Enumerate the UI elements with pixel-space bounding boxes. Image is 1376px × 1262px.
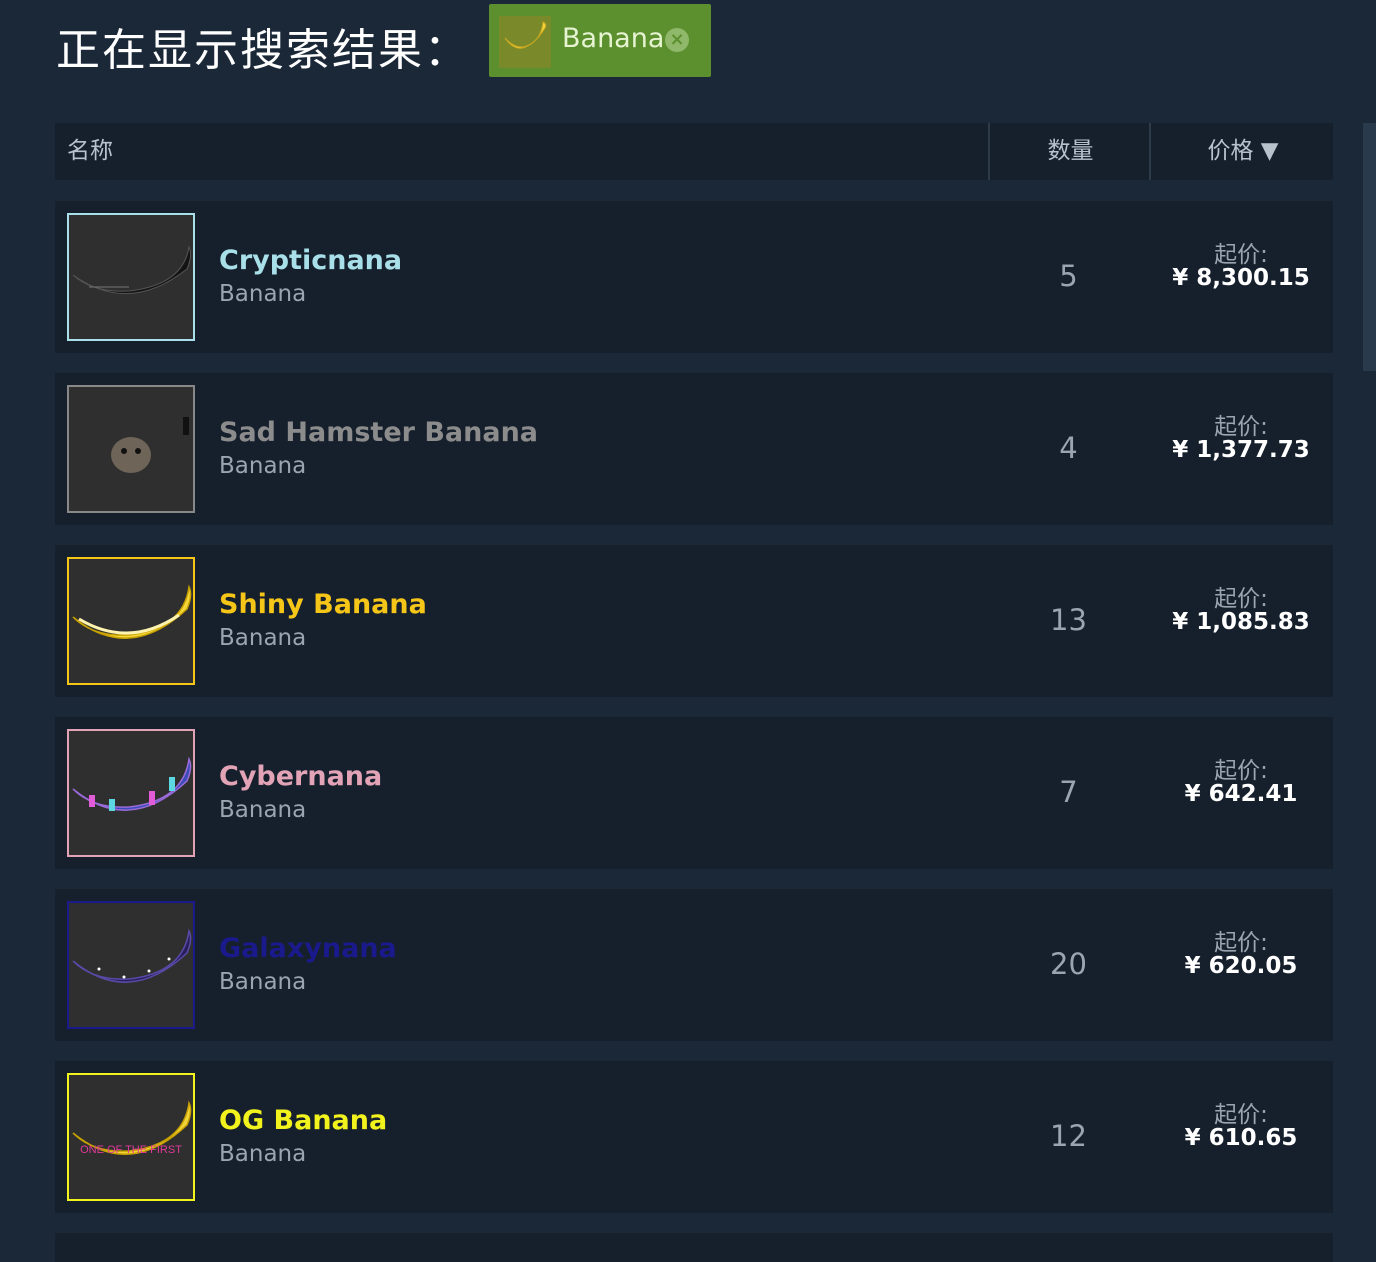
price-label: 起价: [1214, 930, 1268, 956]
listing-row-partial[interactable] [55, 1233, 1333, 1262]
results-table-header: 名称 数量 价格 ▼ [55, 123, 1333, 180]
item-game: Banana [219, 969, 307, 995]
scrollbar[interactable] [1363, 123, 1376, 371]
item-quantity: 13 [1050, 603, 1087, 637]
item-quantity: 4 [1059, 431, 1078, 465]
price-value: ¥ 610.65 [1184, 1125, 1298, 1151]
banana-game-icon [499, 16, 551, 68]
item-quantity: 5 [1059, 259, 1078, 293]
price-label: 起价: [1214, 414, 1268, 440]
item-thumbnail [67, 729, 195, 857]
item-name[interactable]: Sad Hamster Banana [219, 417, 538, 448]
item-name[interactable]: OG Banana [219, 1105, 387, 1136]
listing-row-cybernana[interactable]: Cybernana Banana 7 起价: ¥ 642.41 [55, 717, 1333, 869]
item-quantity: 7 [1059, 775, 1078, 809]
column-header-name: 名称 [67, 138, 113, 164]
item-thumbnail [67, 385, 195, 513]
item-game: Banana [219, 281, 307, 307]
search-results-title: 正在显示搜索结果： [56, 25, 470, 76]
banana-filter-tag[interactable]: Banana × [489, 4, 711, 77]
price-value: ¥ 642.41 [1184, 781, 1298, 807]
listing-row-crypticnana[interactable]: Crypticnana Banana 5 起价: ¥ 8,300.15 [55, 201, 1333, 353]
market-search-page: 正在显示搜索结果： Banana × 名称 数量 价格 ▼ Crypticnan… [0, 0, 1376, 1262]
item-name[interactable]: Crypticnana [219, 245, 402, 276]
item-name[interactable]: Galaxynana [219, 933, 397, 964]
price-label: 起价: [1214, 586, 1268, 612]
item-game: Banana [219, 625, 307, 651]
price-value: ¥ 8,300.15 [1172, 265, 1310, 291]
filter-label: Banana [562, 23, 665, 54]
close-icon[interactable]: × [665, 28, 689, 52]
price-value: ¥ 620.05 [1184, 953, 1298, 979]
item-game: Banana [219, 453, 307, 479]
price-label: 起价: [1214, 758, 1268, 784]
item-game: Banana [219, 797, 307, 823]
price-value: ¥ 1,377.73 [1172, 437, 1310, 463]
price-label: 起价: [1214, 1102, 1268, 1128]
item-thumbnail [67, 901, 195, 1029]
price-value: ¥ 1,085.83 [1172, 609, 1310, 635]
item-thumbnail [67, 557, 195, 685]
listing-row-og-banana[interactable]: ONE OF THE FIRST OG Banana Banana 12 起价:… [55, 1061, 1333, 1213]
item-thumbnail: ONE OF THE FIRST [67, 1073, 195, 1201]
listing-row-shiny-banana[interactable]: Shiny Banana Banana 13 起价: ¥ 1,085.83 [55, 545, 1333, 697]
og-banana-print: ONE OF THE FIRST [80, 1144, 182, 1156]
item-name[interactable]: Cybernana [219, 761, 382, 792]
item-quantity: 20 [1050, 947, 1087, 981]
listing-row-galaxynana[interactable]: Galaxynana Banana 20 起价: ¥ 620.05 [55, 889, 1333, 1041]
listing-row-sad-hamster-banana[interactable]: Sad Hamster Banana Banana 4 起价: ¥ 1,377.… [55, 373, 1333, 525]
item-thumbnail [67, 213, 195, 341]
item-name[interactable]: Shiny Banana [219, 589, 427, 620]
item-quantity: 12 [1050, 1119, 1087, 1153]
column-header-price-sort[interactable]: 价格 ▼ [1149, 123, 1335, 180]
price-label: 起价: [1214, 242, 1268, 268]
column-header-quantity[interactable]: 数量 [988, 123, 1151, 180]
item-game: Banana [219, 1141, 307, 1167]
